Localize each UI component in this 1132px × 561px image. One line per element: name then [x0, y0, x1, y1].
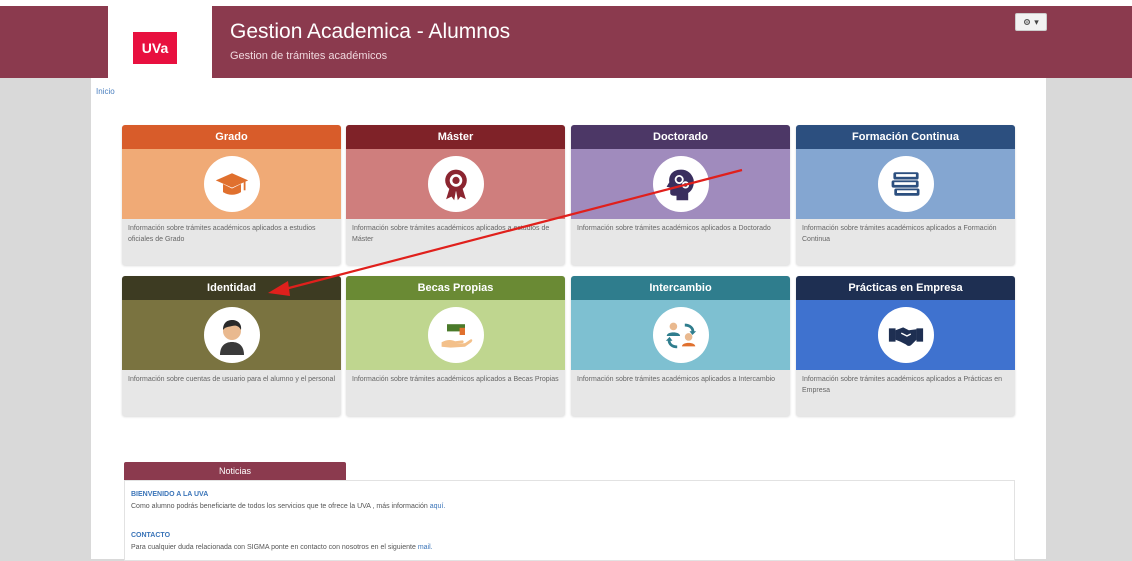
card-intercambio[interactable]: Intercambio Información sobre trámites a… — [571, 276, 790, 416]
card-title: Intercambio — [571, 276, 790, 300]
card-practicas-en-empresa[interactable]: Prácticas en Empresa Información sobre t… — [796, 276, 1015, 416]
card-image — [346, 149, 565, 219]
card-image — [346, 300, 565, 370]
news-title-welcome[interactable]: BIENVENIDO A LA UVA — [131, 491, 208, 498]
card-image — [571, 149, 790, 219]
card-image — [796, 149, 1015, 219]
news-body: Como alumno podrás beneficiarte de todos… — [131, 503, 428, 510]
card-title: Doctorado — [571, 125, 790, 149]
card-icon-circle — [427, 307, 484, 363]
tab-noticias[interactable]: Noticias — [124, 462, 346, 480]
gear-icon — [1024, 18, 1031, 26]
card-title: Identidad — [122, 276, 341, 300]
card-doctorado[interactable]: Doctorado Información sobre trámites aca… — [571, 125, 790, 265]
app-title: Gestion Academica - Alumnos — [230, 20, 511, 43]
card-description: Información sobre trámites académicos ap… — [352, 376, 559, 383]
news-text-welcome: Como alumno podrás beneficiarte de todos… — [131, 503, 445, 510]
card-icon-circle — [652, 156, 709, 212]
hand-cap-icon — [441, 324, 472, 348]
card-title: Becas Propias — [346, 276, 565, 300]
news-body: Para cualquier duda relacionada con SIGM… — [131, 544, 416, 551]
news-title-contact[interactable]: CONTACTO — [131, 532, 170, 539]
user-icon — [219, 320, 244, 355]
app-subtitle: Gestion de trámites académicos — [230, 50, 388, 62]
card-icon-circle — [877, 156, 934, 212]
card-description: Información sobre trámites académicos ap… — [128, 225, 316, 243]
card-master[interactable]: Máster Información sobre trámites académ… — [346, 125, 565, 265]
card-description: Información sobre trámites académicos ap… — [352, 225, 550, 243]
head-gears-icon — [666, 169, 694, 201]
card-description: Información sobre trámites académicos ap… — [802, 225, 997, 243]
settings-menu-button[interactable]: ▾ — [1015, 13, 1047, 31]
card-description: Información sobre trámites académicos ap… — [577, 225, 771, 232]
exchange-people-icon — [665, 322, 696, 349]
title-column: Gestion Academica - Alumnos Gestion de t… — [214, 6, 1132, 78]
card-description: Información sobre cuentas de usuario par… — [128, 376, 336, 383]
logo-column: UVa — [108, 6, 212, 78]
card-description: Información sobre trámites académicos ap… — [802, 376, 1002, 394]
card-formacion-continua[interactable]: Formación Continua Información sobre trá… — [796, 125, 1015, 265]
card-icon-circle — [203, 307, 260, 363]
card-icon-circle — [877, 307, 934, 363]
uva-logo[interactable]: UVa — [133, 32, 177, 64]
breadcrumb-home[interactable]: Inicio — [96, 87, 115, 96]
card-becas-propias[interactable]: Becas Propias Información sobre trámites… — [346, 276, 565, 416]
card-title: Formación Continua — [796, 125, 1015, 149]
news-panel: BIENVENIDO A LA UVA Como alumno podrás b… — [124, 480, 1015, 561]
card-icon-circle — [203, 156, 260, 212]
card-grado[interactable]: Grado Información sobre trámites académi… — [122, 125, 341, 265]
chevron-down-icon: ▾ — [1034, 16, 1039, 27]
app-header: UVa Gestion Academica - Alumnos Gestion … — [0, 6, 1132, 78]
news-link-aqui[interactable]: aquí. — [430, 503, 446, 510]
card-icon-circle — [652, 307, 709, 363]
card-image — [122, 300, 341, 370]
card-description: Información sobre trámites académicos ap… — [577, 376, 776, 383]
card-image — [796, 300, 1015, 370]
card-image — [571, 300, 790, 370]
card-identidad[interactable]: Identidad Información sobre cuentas de u… — [122, 276, 341, 416]
news-link-mail[interactable]: mail. — [418, 544, 433, 551]
news-text-contact: Para cualquier duda relacionada con SIGM… — [131, 544, 433, 551]
card-title: Máster — [346, 125, 565, 149]
handshake-icon — [888, 327, 923, 346]
card-image — [122, 149, 341, 219]
books-icon — [891, 172, 919, 196]
graduation-cap-icon — [215, 173, 248, 195]
card-icon-circle — [427, 156, 484, 212]
award-ribbon-icon — [444, 169, 467, 201]
card-title: Prácticas en Empresa — [796, 276, 1015, 300]
card-title: Grado — [122, 125, 341, 149]
